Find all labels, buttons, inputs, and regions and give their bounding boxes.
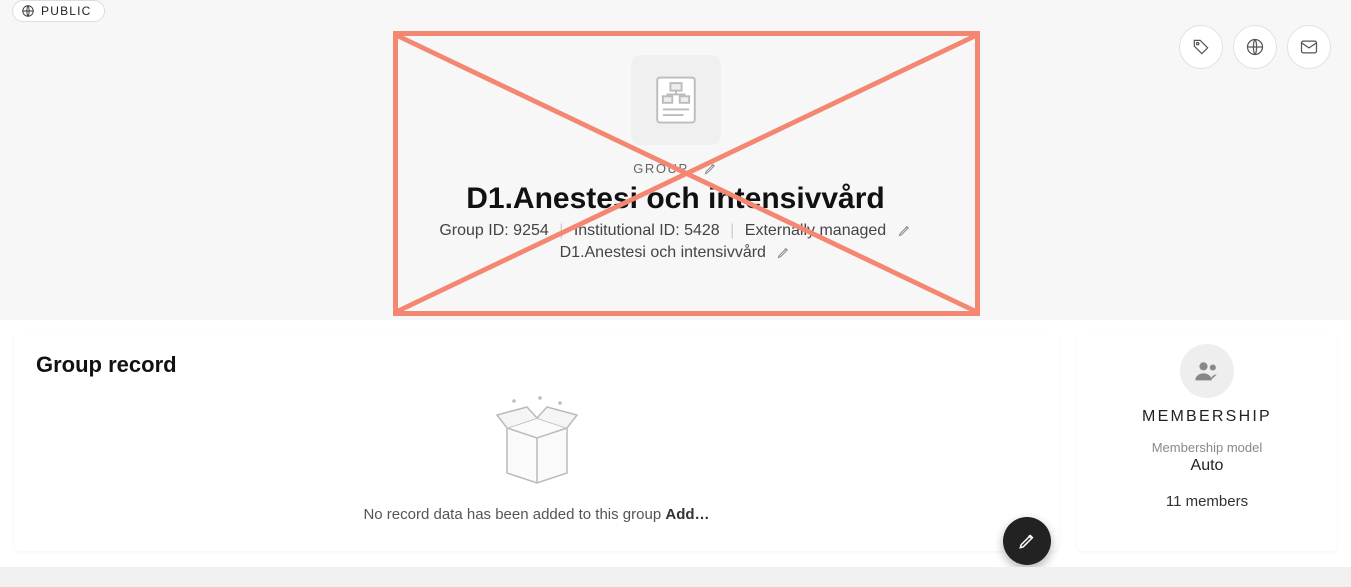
institutional-id-label: Institutional ID: (574, 222, 680, 239)
separator: | (730, 222, 734, 239)
add-record-link[interactable]: Add… (665, 506, 709, 523)
visibility-badge: PUBLIC (12, 0, 105, 22)
group-record-title: Group record (36, 352, 1037, 378)
membership-title: MEMBERSHIP (1092, 408, 1322, 426)
people-icon (1193, 357, 1221, 385)
globe-icon (1245, 37, 1265, 57)
header-area: PUBLIC GROUP (0, 0, 1351, 320)
globe-icon (21, 4, 35, 18)
pencil-icon (1017, 531, 1037, 551)
group-path: D1.Anestesi och intensivvård (560, 244, 766, 261)
managed-label: Externally managed (745, 222, 886, 239)
membership-avatar (1180, 344, 1234, 398)
group-id-label: Group ID: (439, 222, 508, 239)
main-content: Group record No record data has been add… (0, 320, 1351, 551)
empty-box-icon (462, 393, 612, 493)
header-actions (1179, 25, 1331, 69)
group-name: D1.Anestesi och intensivvård (376, 182, 976, 216)
hierarchy-icon (646, 70, 706, 130)
mail-icon (1299, 37, 1319, 57)
empty-text: No record data has been added to this gr… (363, 506, 661, 523)
separator: | (559, 222, 563, 239)
tag-button[interactable] (1179, 25, 1223, 69)
pencil-icon (776, 245, 791, 260)
institutional-id-value: 5428 (684, 222, 720, 239)
membership-model-label: Membership model (1092, 440, 1322, 455)
edit-group-type-button[interactable] (703, 161, 718, 176)
empty-state: No record data has been added to this gr… (36, 393, 1037, 523)
membership-card: MEMBERSHIP Membership model Auto 11 memb… (1077, 334, 1337, 551)
group-path-row: D1.Anestesi och intensivvård (376, 244, 976, 262)
visibility-label: PUBLIC (41, 4, 92, 18)
group-record-card: Group record No record data has been add… (14, 334, 1059, 551)
pencil-icon (703, 161, 718, 176)
edit-managed-button[interactable] (897, 223, 912, 238)
group-thumbnail (631, 55, 721, 145)
group-header: GROUP D1.Anestesi och intensivvård Group… (376, 55, 976, 262)
mail-button[interactable] (1287, 25, 1331, 69)
membership-count: 11 members (1092, 493, 1322, 510)
tag-icon (1191, 37, 1211, 57)
edit-fab-button[interactable] (1003, 517, 1051, 565)
pencil-icon (897, 223, 912, 238)
empty-text-row: No record data has been added to this gr… (36, 506, 1037, 523)
group-type-label: GROUP (633, 161, 688, 176)
group-id-value: 9254 (513, 222, 549, 239)
group-meta-row: Group ID: 9254 | Institutional ID: 5428 … (376, 222, 976, 240)
edit-path-button[interactable] (776, 245, 791, 260)
bottom-strip (0, 567, 1351, 587)
membership-model-value: Auto (1092, 457, 1322, 475)
group-type-row: GROUP (633, 161, 717, 176)
globe-button[interactable] (1233, 25, 1277, 69)
